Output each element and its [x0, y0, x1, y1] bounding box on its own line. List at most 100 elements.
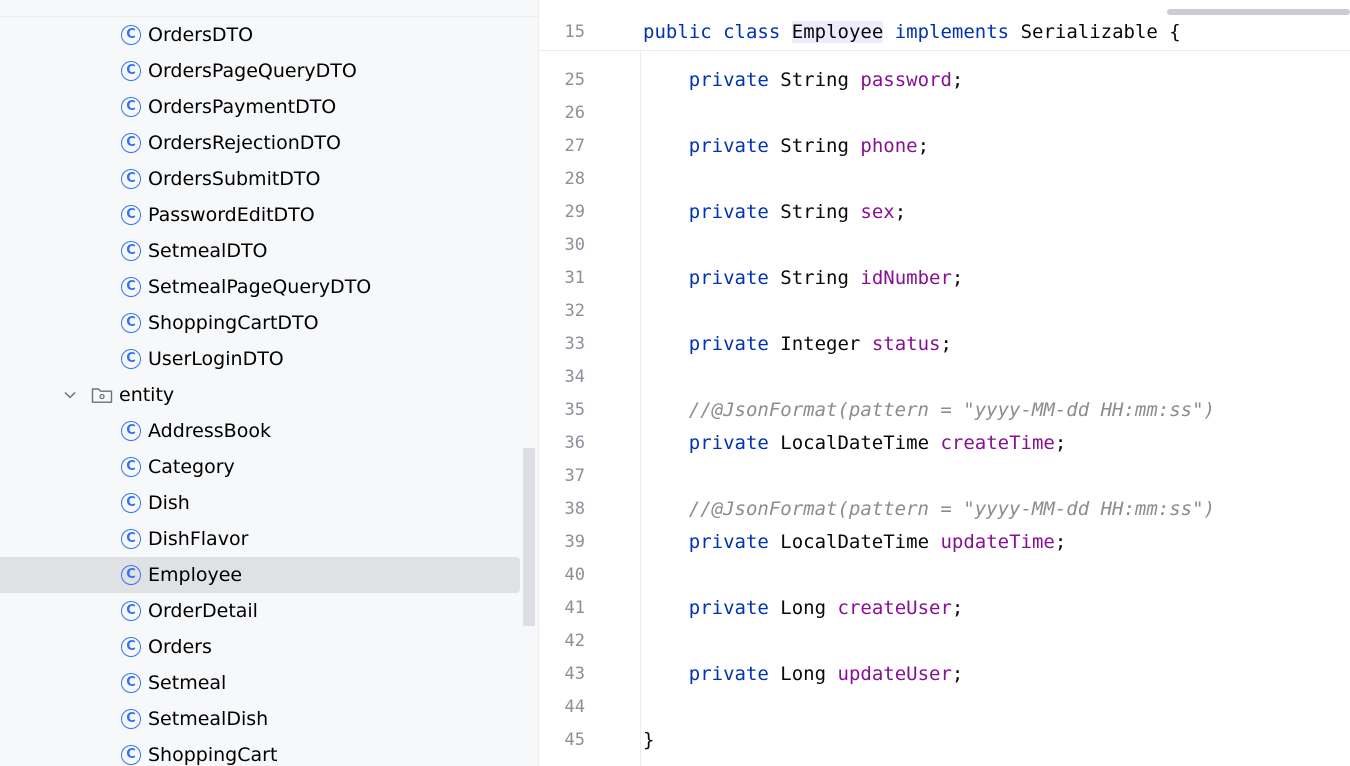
semicolon: ; [1054, 531, 1067, 553]
class-icon: C [121, 313, 141, 333]
tree-folder-entity[interactable]: entity [0, 377, 520, 413]
class-icon: C [121, 565, 141, 585]
line-number: 45 [564, 730, 585, 750]
class-icon: C [121, 241, 141, 261]
semicolon: ; [940, 333, 952, 355]
line-number: 42 [564, 631, 585, 651]
class-icon: C [121, 529, 141, 549]
tree-item[interactable]: C SetmealDish [0, 701, 520, 737]
class-icon: C [121, 97, 141, 117]
tree-item[interactable]: C OrdersDTO [0, 17, 520, 53]
class-icon: C [121, 61, 141, 81]
field-name: status [871, 333, 941, 355]
tree-item[interactable]: C SetmealPageQueryDTO [0, 269, 520, 305]
field-declaration: private LocalDateTime updateTime; [643, 526, 1067, 559]
tree-item-label: ShoppingCart [148, 744, 278, 766]
tree-item-label: SetmealPageQueryDTO [148, 276, 372, 298]
field-declaration: private String phone; [643, 130, 929, 163]
tree-item[interactable]: C Orders [0, 629, 520, 665]
code-comment: //@JsonFormat(pattern = "yyyy-MM-dd HH:m… [643, 493, 1215, 526]
tree-item[interactable]: C OrdersPaymentDTO [0, 89, 520, 125]
field-declaration: private String sex; [643, 196, 906, 229]
semicolon: ; [1054, 432, 1067, 454]
interface-name: Serializable [1020, 21, 1158, 43]
chevron-down-icon[interactable] [62, 387, 78, 403]
line-number: 41 [564, 598, 585, 618]
line-number: 28 [564, 169, 585, 189]
line-number: 40 [564, 565, 585, 585]
sticky-class-header[interactable]: 15 public class Employee implements Seri… [539, 16, 1350, 51]
tree-item[interactable]: C PasswordEditDTO [0, 197, 520, 233]
tree-vertical-scrollbar[interactable] [523, 448, 535, 626]
tree-item-label: Setmeal [148, 672, 227, 694]
tree-item-label: SetmealDTO [148, 240, 268, 262]
class-icon: C [121, 277, 141, 297]
line-number: 29 [564, 202, 585, 222]
tree-item-label: OrdersPageQueryDTO [148, 60, 357, 82]
field-declaration: private Integer status; [643, 328, 952, 361]
tree-item[interactable]: C OrdersPageQueryDTO [0, 53, 520, 89]
line-number: 30 [564, 235, 585, 255]
code-comment: //@JsonFormat(pattern = "yyyy-MM-dd HH:m… [643, 394, 1215, 427]
tree-item[interactable]: C OrdersRejectionDTO [0, 125, 520, 161]
field-name: sex [860, 201, 895, 223]
field-name: idNumber [860, 267, 952, 289]
tree-item-label: SetmealDish [148, 708, 269, 730]
package-folder-icon [91, 386, 113, 404]
class-icon: C [121, 169, 141, 189]
field-name: password [860, 69, 952, 91]
field-declaration: private Long createUser; [643, 592, 964, 625]
indent-guide [640, 50, 641, 766]
class-icon: C [121, 673, 141, 693]
tree-item-label: OrdersDTO [148, 24, 254, 46]
tree-item[interactable]: C OrdersSubmitDTO [0, 161, 520, 197]
field-declaration: private Long updateUser; [643, 658, 964, 691]
field-type: String [780, 267, 849, 289]
tree-item[interactable]: C OrderDetail [0, 593, 520, 629]
field-declaration: private LocalDateTime createTime; [643, 427, 1067, 460]
keyword-private: private [688, 201, 769, 223]
code-editor[interactable]: 15 public class Employee implements Seri… [539, 0, 1350, 766]
keyword-private: private [688, 267, 769, 289]
line-number: 15 [564, 22, 585, 42]
tree-folder-label: entity [119, 384, 175, 406]
tree-item[interactable]: C ShoppingCart [0, 737, 520, 766]
tree-item[interactable]: C UserLoginDTO [0, 341, 520, 377]
field-name: phone [860, 135, 918, 157]
tree-item[interactable]: C SetmealDTO [0, 233, 520, 269]
field-type: String [780, 69, 849, 91]
keyword-private: private [688, 333, 769, 355]
tree-item[interactable]: C Category [0, 449, 520, 485]
semicolon: ; [951, 267, 964, 289]
line-number: 32 [564, 301, 585, 321]
tree-item[interactable]: C Setmeal [0, 665, 520, 701]
class-icon: C [121, 421, 141, 441]
line-number: 31 [564, 268, 585, 288]
tree-item-label: PasswordEditDTO [148, 204, 315, 226]
tree-item[interactable]: C Dish [0, 485, 520, 521]
tree-item[interactable]: C DishFlavor [0, 521, 520, 557]
open-brace: { [1169, 21, 1181, 43]
tree-item[interactable]: C ShoppingCartDTO [0, 305, 520, 341]
class-icon: C [121, 133, 141, 153]
tree-item-label: UserLoginDTO [148, 348, 284, 370]
comment-text: //@JsonFormat(pattern = "yyyy-MM-dd HH:m… [688, 498, 1215, 520]
tree-item-label: AddressBook [148, 420, 271, 442]
line-number: 38 [564, 499, 585, 519]
keyword-private: private [688, 663, 769, 685]
tree-item[interactable]: C Employee [0, 557, 520, 593]
field-declaration: private String idNumber; [643, 262, 964, 295]
field-type: LocalDateTime [780, 531, 930, 553]
project-tree-panel: C OrdersDTO C OrdersPageQueryDTO C OrdersPaym… [0, 0, 539, 766]
editor-horizontal-scrollbar[interactable] [1167, 9, 1350, 15]
class-declaration: public class Employee implements Seriali… [643, 16, 1181, 49]
tree-item[interactable]: C AddressBook [0, 413, 520, 449]
semicolon: ; [894, 201, 907, 223]
line-number: 36 [564, 433, 585, 453]
tree-item-label: OrdersRejectionDTO [148, 132, 341, 154]
close-brace: } [643, 729, 655, 751]
class-icon: C [121, 601, 141, 621]
tree-item-label: ShoppingCartDTO [148, 312, 319, 334]
class-icon: C [121, 25, 141, 45]
line-number: 39 [564, 532, 585, 552]
